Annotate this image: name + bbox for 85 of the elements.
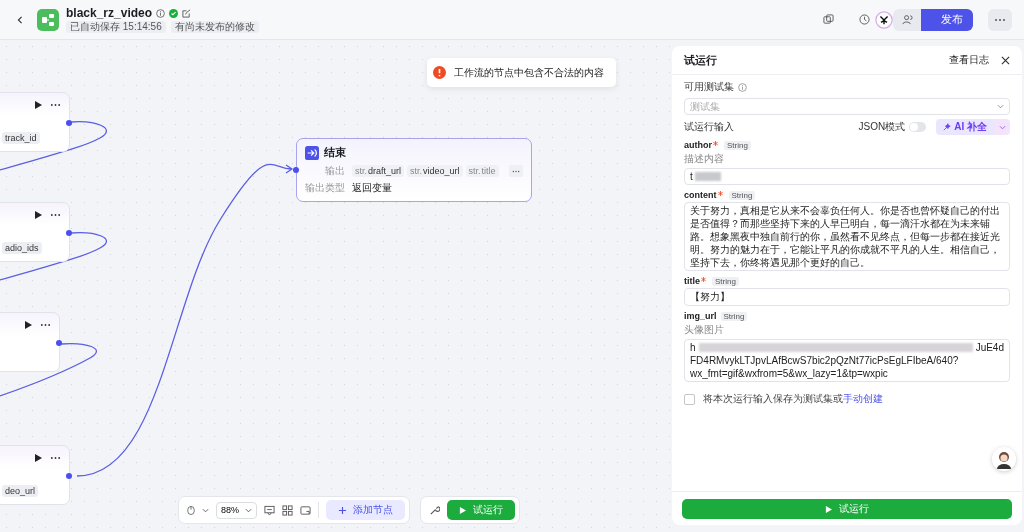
toast-message: 工作流的节点中包含不合法的内容 (454, 65, 604, 80)
play-icon (825, 505, 832, 513)
text-area[interactable]: 关于努力，真相是它从来不会辜负任何人。你是否也曾怀疑自己的付出是否值得？而那些坚持下来的人早已明白，每一滴汗水都在为未来铺路。想象黑夜中独自前行的你，虽然看不见终点，但每一步都在接近光明。努力的魅力在于，它能让平凡的你成就不平凡的人生。相信自己，坚持下去，你终将遇见那个更好的自己。 (684, 202, 1010, 271)
more-button[interactable] (988, 8, 1012, 31)
close-icon[interactable] (1001, 55, 1010, 65)
more-icon[interactable] (50, 456, 61, 460)
more-icon[interactable] (50, 213, 61, 217)
input-field[interactable]: 【努力】 (684, 288, 1010, 306)
save-testset-text: 将本次运行输入保存为测试集或手动创建 (703, 392, 883, 406)
comment-icon[interactable] (264, 504, 275, 516)
play-icon (459, 506, 466, 514)
type-tag: String (728, 190, 756, 200)
panel-title: 试运行 (684, 52, 718, 68)
mouse-icon[interactable] (187, 504, 195, 516)
more-icon (994, 17, 1006, 22)
manual-create-link[interactable]: 手动创建 (843, 393, 883, 404)
node-title: 结束 (324, 145, 346, 160)
type-tag: String (724, 140, 751, 150)
chevron-down-icon[interactable] (202, 507, 209, 513)
play-icon[interactable] (34, 454, 42, 462)
port-dot-icon[interactable] (293, 167, 299, 173)
variable-tag: deo_url (2, 485, 39, 497)
view-log-link[interactable]: 查看日志 (949, 53, 989, 67)
workflow-title: black_rz_video (66, 6, 153, 20)
workflow-app-icon (37, 8, 59, 31)
output-type-value: 返回变量 (352, 181, 392, 195)
input-field[interactable]: t (684, 168, 1010, 185)
end-node[interactable]: 结束 输出 str.draft_url str.video_url str.title 输出类型 返回变量 (296, 138, 532, 202)
workflow-node[interactable]: adio_ids (0, 202, 70, 262)
layout-icon[interactable] (282, 504, 293, 516)
more-icon (512, 169, 520, 173)
people-icon (901, 14, 913, 25)
field-description: 描述内容 (684, 152, 725, 166)
add-node-button[interactable]: 添加节点 (326, 500, 405, 520)
play-icon[interactable] (34, 211, 42, 219)
back-icon[interactable] (16, 14, 24, 25)
section-label: 试运行输入 (684, 120, 734, 134)
variable-tag: adio_ids (2, 242, 42, 254)
chevron-down-icon (998, 124, 1006, 130)
type-tag: String (720, 311, 748, 321)
copy-icon[interactable] (823, 14, 834, 25)
port-dot-icon[interactable] (66, 230, 72, 236)
workflow-node[interactable]: deo_url (0, 445, 70, 505)
save-checkbox[interactable] (684, 393, 695, 405)
output-tag: str.title (465, 165, 499, 177)
type-tag: String (712, 276, 739, 286)
exit-icon (305, 145, 319, 160)
minimap-icon[interactable] (300, 504, 311, 516)
field-name: img_url (684, 311, 717, 321)
workflow-node[interactable]: track_id (0, 92, 70, 152)
history-icon[interactable] (859, 14, 870, 25)
output-tag: str.draft_url (352, 165, 405, 177)
port-dot-icon[interactable] (56, 340, 62, 346)
autosave-tag: 已自动保存 15:14:56 (66, 21, 166, 33)
publish-button[interactable]: 发布 (921, 8, 973, 31)
plus-icon (338, 505, 347, 515)
more-icon[interactable] (50, 103, 61, 107)
field-name: content (684, 190, 717, 200)
magic-wand-icon (943, 123, 952, 131)
play-icon[interactable] (24, 321, 32, 329)
field-name: title (684, 276, 700, 286)
output-type-label: 输出类型 (305, 181, 345, 195)
info-icon[interactable] (156, 8, 166, 18)
port-dot-icon[interactable] (66, 120, 72, 126)
field-description: 头像图片 (684, 323, 725, 337)
port-dot-icon[interactable] (66, 473, 72, 479)
wrench-icon[interactable] (429, 504, 440, 516)
error-icon (433, 66, 446, 79)
chevron-down-icon (997, 104, 1004, 109)
json-mode-toggle[interactable] (909, 122, 927, 132)
chevron-down-icon (245, 507, 252, 513)
play-icon[interactable] (34, 101, 42, 109)
variable-tag: track_id (2, 132, 40, 144)
more-icon[interactable] (40, 323, 51, 327)
output-tag: str.video_url (407, 165, 463, 177)
unpublished-tag: 有尚未发布的修改 (170, 21, 259, 33)
section-label: 可用测试集 (684, 80, 734, 94)
field-name: author (684, 140, 712, 150)
zoom-select[interactable]: 88% (216, 501, 257, 519)
json-mode-label: JSON模式 (858, 120, 906, 134)
assistant-logo-icon[interactable] (875, 11, 893, 29)
ai-complete-button[interactable]: AI 补全 (936, 119, 994, 135)
edit-icon[interactable] (182, 8, 192, 18)
output-label: 输出 (325, 164, 345, 178)
text-area[interactable]: h JuE4d FD4RMvykLTJpvLAfBcwS7bic2pQzNt77icPsEgLFIbeA/640? wx_fmt=gif&wxfrom=5&wx_lazy=1&tp=wxpic (684, 339, 1010, 382)
